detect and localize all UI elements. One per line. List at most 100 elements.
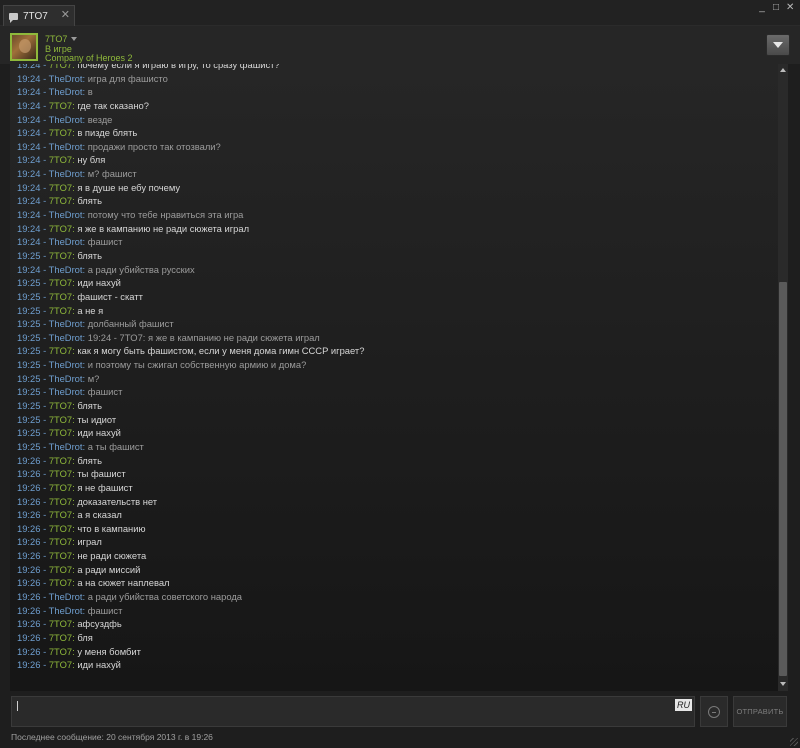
- friend-name: 7TO7: [45, 34, 68, 44]
- message-sender[interactable]: TheDrot: [49, 605, 83, 616]
- message-time: 19:24: [17, 140, 41, 152]
- scroll-down-icon[interactable]: [779, 680, 787, 689]
- message-separator: -: [40, 222, 49, 234]
- chat-message: 19:24 - TheDrot: игра для фашисто: [17, 72, 774, 86]
- message-separator: -: [40, 509, 49, 521]
- message-sender[interactable]: TheDrot: [49, 332, 83, 343]
- message-separator: -: [40, 181, 49, 193]
- message-sender[interactable]: 7TO7: [49, 646, 72, 657]
- message-sender[interactable]: 7TO7: [49, 536, 72, 547]
- chat-message: 19:25 - TheDrot: фашист: [17, 385, 774, 399]
- message-sender[interactable]: 7TO7: [49, 468, 72, 479]
- close-button[interactable]: ✕: [786, 3, 794, 13]
- message-separator: -: [40, 481, 49, 493]
- message-sender[interactable]: TheDrot: [49, 114, 83, 125]
- scrollbar[interactable]: [778, 64, 788, 691]
- maximize-button[interactable]: □: [772, 3, 780, 13]
- message-sender[interactable]: 7TO7: [49, 277, 72, 288]
- message-separator: -: [40, 550, 49, 562]
- message-sender[interactable]: 7TO7: [49, 482, 72, 493]
- tab-close-icon[interactable]: ✕: [61, 9, 70, 21]
- tab-chat[interactable]: 7TO7 ✕: [3, 5, 75, 26]
- chat-message: 19:26 - 7TO7: иди нахуй: [17, 658, 774, 672]
- message-text: у меня бомбит: [77, 645, 141, 657]
- message-sender[interactable]: 7TO7: [49, 182, 72, 193]
- message-sender[interactable]: TheDrot: [49, 373, 83, 384]
- message-text: ты фашист: [77, 468, 126, 480]
- message-sender[interactable]: 7TO7: [49, 550, 72, 561]
- message-sender[interactable]: 7TO7: [49, 64, 72, 70]
- message-sender[interactable]: 7TO7: [49, 496, 72, 507]
- message-sender[interactable]: 7TO7: [49, 427, 72, 438]
- message-input[interactable]: RU: [11, 696, 695, 727]
- emoji-button[interactable]: [700, 696, 728, 727]
- message-sender[interactable]: 7TO7: [49, 577, 72, 588]
- chat-message: 19:24 - TheDrot: а ради убийства русских: [17, 263, 774, 277]
- chat-log[interactable]: 19:24 - 7TO7: почему если я играю в игру…: [10, 64, 778, 691]
- scroll-thumb[interactable]: [779, 282, 787, 676]
- message-separator: -: [40, 345, 49, 357]
- message-sender[interactable]: 7TO7: [49, 414, 72, 425]
- chat-message: 19:26 - 7TO7: доказательств нет: [17, 495, 774, 509]
- message-sender[interactable]: 7TO7: [49, 564, 72, 575]
- message-sender[interactable]: 7TO7: [49, 659, 72, 670]
- message-sender[interactable]: 7TO7: [49, 305, 72, 316]
- message-time: 19:25: [17, 277, 41, 289]
- message-separator: -: [40, 427, 49, 439]
- message-sender[interactable]: TheDrot: [49, 236, 83, 247]
- message-sender[interactable]: TheDrot: [49, 318, 83, 329]
- message-sender[interactable]: TheDrot: [49, 168, 83, 179]
- message-sender[interactable]: 7TO7: [49, 455, 72, 466]
- message-separator: -: [40, 290, 49, 302]
- message-time: 19:24: [17, 222, 41, 234]
- message-sender[interactable]: 7TO7: [49, 223, 72, 234]
- message-text: а ради миссий: [77, 563, 141, 575]
- message-separator: -: [40, 249, 49, 261]
- message-sender[interactable]: TheDrot: [49, 359, 83, 370]
- chat-message: 19:25 - 7TO7: блять: [17, 399, 774, 413]
- message-text: что в кампанию: [77, 522, 146, 534]
- message-sender[interactable]: TheDrot: [49, 386, 83, 397]
- message-sender[interactable]: TheDrot: [49, 73, 83, 84]
- resize-grip[interactable]: [790, 738, 798, 746]
- message-time: 19:25: [17, 304, 41, 316]
- message-sender[interactable]: TheDrot: [49, 209, 83, 220]
- message-sender[interactable]: 7TO7: [49, 154, 72, 165]
- last-message-info: Последнее сообщение: 20 сентября 2013 г.…: [11, 732, 213, 742]
- message-sender[interactable]: 7TO7: [49, 618, 72, 629]
- message-sender[interactable]: TheDrot: [49, 441, 83, 452]
- send-button[interactable]: ОТПРАВИТЬ: [733, 696, 787, 727]
- message-sender[interactable]: 7TO7: [49, 523, 72, 534]
- message-sender[interactable]: 7TO7: [49, 127, 72, 138]
- message-sender[interactable]: TheDrot: [49, 86, 83, 97]
- scroll-up-icon[interactable]: [779, 66, 787, 75]
- message-sender[interactable]: 7TO7: [49, 632, 72, 643]
- message-text: везде: [87, 113, 113, 125]
- chat-message: 19:26 - 7TO7: не ради сюжета: [17, 549, 774, 563]
- message-sender[interactable]: 7TO7: [49, 250, 72, 261]
- message-text: а ради убийства русских: [87, 263, 195, 275]
- friend-game: Company of Heroes 2: [45, 53, 133, 63]
- menu-button[interactable]: [766, 34, 790, 56]
- message-sender[interactable]: 7TO7: [49, 291, 72, 302]
- message-time: 19:25: [17, 386, 41, 398]
- message-sender[interactable]: TheDrot: [49, 141, 83, 152]
- message-sender[interactable]: 7TO7: [49, 345, 72, 356]
- minimize-button[interactable]: _: [758, 3, 766, 13]
- message-separator: -: [40, 413, 49, 425]
- message-text: фашист: [87, 236, 123, 248]
- message-separator: -: [40, 522, 49, 534]
- message-text: а я сказал: [77, 509, 122, 521]
- message-sender[interactable]: 7TO7: [49, 100, 72, 111]
- message-time: 19:25: [17, 249, 41, 261]
- message-sender[interactable]: TheDrot: [49, 591, 83, 602]
- message-separator: -: [40, 127, 49, 139]
- message-text: и поэтому ты сжигал собственную армию и …: [87, 359, 307, 371]
- message-sender[interactable]: 7TO7: [49, 400, 72, 411]
- friend-name-row[interactable]: 7TO7: [45, 34, 78, 44]
- message-sender[interactable]: TheDrot: [49, 264, 83, 275]
- message-sender[interactable]: 7TO7: [49, 195, 72, 206]
- message-sender[interactable]: 7TO7: [49, 509, 72, 520]
- message-text: иди нахуй: [77, 427, 121, 439]
- avatar[interactable]: [10, 33, 38, 61]
